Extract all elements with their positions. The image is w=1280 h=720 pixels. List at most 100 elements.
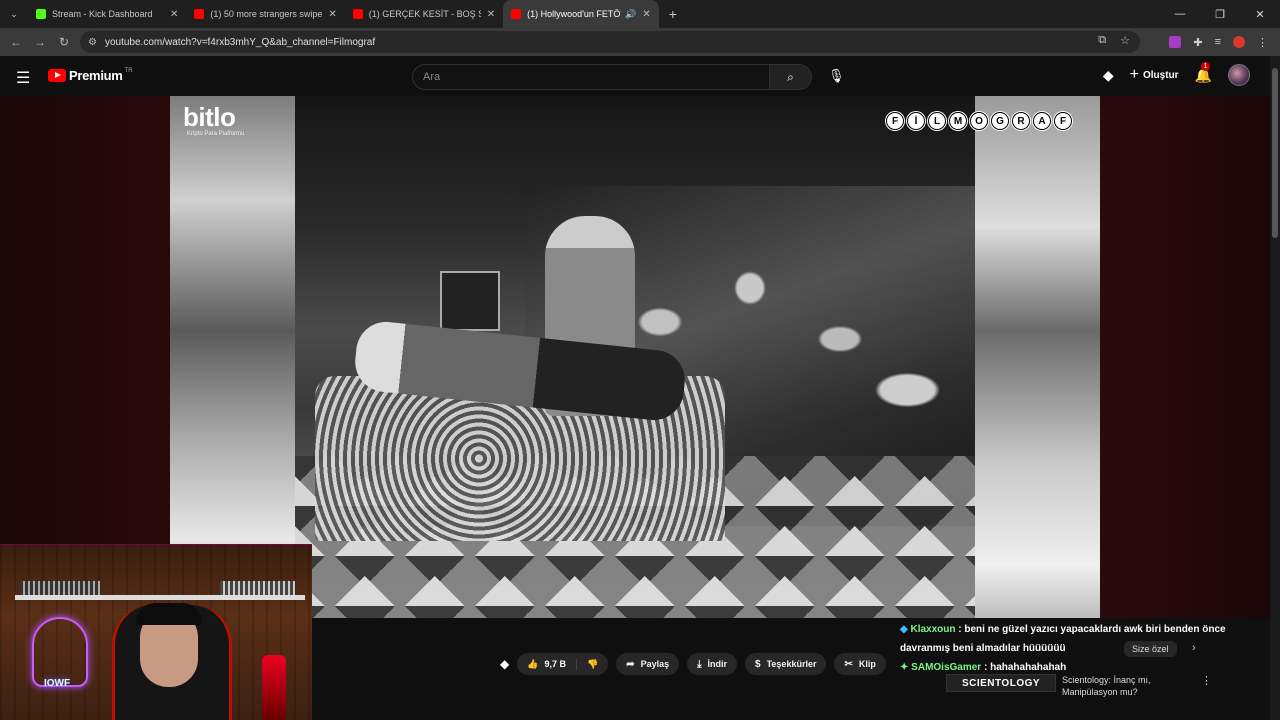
dislike-button[interactable]: 👎 <box>577 659 608 670</box>
install-app-icon[interactable]: ⧉ <box>1098 34 1106 47</box>
watermark-letter: A <box>1033 112 1051 130</box>
youtube-header: ☰ Premium TR Ara ⌕ 🎙 ◆ + Oluştur 🔔 1 <box>0 56 1280 96</box>
chat-badge-icon: ✦ <box>900 662 909 673</box>
tab-title: Stream - Kick Dashboard <box>52 9 153 19</box>
rec-title-line2: Manipülasyon mu? <box>1062 687 1138 697</box>
scissors-icon: ✂ <box>844 658 853 670</box>
site-info-icon[interactable]: ⚙ <box>88 37 97 48</box>
watermark-letter: R <box>1012 112 1030 130</box>
plus-icon: + <box>1129 66 1139 83</box>
thumbs-down-icon: 👎 <box>586 658 599 669</box>
thumbs-up-icon: 👍 <box>527 658 539 669</box>
chat-message: ◆ Klaxxoun : beni ne güzel yazıcı yapaca… <box>900 620 1270 658</box>
recommended-video[interactable]: SCIENTOLOGY Scientology: İnanç mı, Manip… <box>946 674 1256 697</box>
video-blur-left <box>170 96 295 618</box>
chat-badge-icon: ◆ <box>900 624 908 635</box>
video-frame-photo <box>295 96 975 618</box>
like-dislike-group: 👍 9,7 B 👎 <box>517 653 609 675</box>
stream-chat-overlay: ◆ Klaxxoun : beni ne güzel yazıcı yapaca… <box>900 620 1270 677</box>
thanks-button[interactable]: $ Teşekkürler <box>745 653 827 675</box>
chat-username: Klaxxoun <box>910 624 956 635</box>
profile-extension-icon[interactable] <box>1233 36 1245 48</box>
hamburger-menu-icon[interactable]: ☰ <box>16 68 30 88</box>
chat-message: ✦ SAMOisGamer : hahahahahahah <box>900 658 1270 677</box>
books <box>20 581 100 595</box>
url-text: youtube.com/watch?v=f4rxb3mhY_Q&ab_chann… <box>104 36 376 48</box>
window-controls: — ❐ ✕ <box>1160 0 1280 28</box>
tab-title: (1) GERÇEK KESİT - BOŞ SANDA <box>368 9 481 19</box>
radio-device <box>440 271 500 331</box>
kick-favicon-icon <box>36 9 46 19</box>
bookmark-star-icon[interactable]: ☆ <box>1120 34 1130 47</box>
reload-icon[interactable]: ↻ <box>52 35 76 49</box>
books <box>220 581 295 595</box>
notifications-button[interactable]: 🔔 1 <box>1195 61 1212 84</box>
region-code: TR <box>124 67 133 74</box>
extensions-area: ✚ ≡ ⋮ <box>1169 28 1280 56</box>
watermark-letter: F <box>886 112 904 130</box>
channel-watermark: F İ L M O G R A F <box>886 112 1072 130</box>
create-button[interactable]: + Oluştur <box>1130 66 1179 84</box>
media-controls-icon[interactable]: ≡ <box>1215 36 1221 48</box>
rec-title: Scientology: İnanç mı, Manipülasyon mu? <box>1062 674 1151 698</box>
youtube-favicon-icon <box>511 9 522 19</box>
premium-lite-icon[interactable]: ◆ <box>500 657 509 671</box>
tab-search-icon[interactable]: ⌄ <box>0 0 28 28</box>
download-label: İndir <box>707 659 728 669</box>
restore-icon[interactable]: ❐ <box>1200 0 1240 28</box>
create-label: Oluştur <box>1143 69 1179 81</box>
clip-label: Klip <box>858 659 876 669</box>
neon-sign-text: IOWF <box>44 678 71 689</box>
search-input[interactable]: Ara <box>412 64 770 90</box>
puzzle-icon[interactable]: ✚ <box>1193 36 1202 49</box>
close-icon[interactable]: ✕ <box>328 9 336 20</box>
tab-youtube-active[interactable]: (1) Hollywood'un FETÖ'cüle 🔊 ✕ <box>503 0 659 28</box>
tab-kick[interactable]: Stream - Kick Dashboard ✕ <box>28 0 186 28</box>
youtube-logo[interactable]: Premium TR <box>48 68 133 83</box>
youtube-play-icon <box>48 69 66 82</box>
forward-icon[interactable]: → <box>28 35 52 49</box>
back-icon[interactable]: ← <box>4 35 28 49</box>
thanks-icon: $ <box>755 658 761 670</box>
close-icon[interactable]: ✕ <box>170 9 178 20</box>
like-button[interactable]: 👍 9,7 B <box>517 658 577 670</box>
tab-youtube-2[interactable]: (1) GERÇEK KESİT - BOŞ SANDA ✕ <box>345 0 503 28</box>
scrollbar-thumb[interactable] <box>1272 68 1278 238</box>
search-icon: ⌕ <box>787 69 794 84</box>
download-button[interactable]: ⤓ İndir <box>687 653 738 675</box>
close-window-icon[interactable]: ✕ <box>1240 0 1280 28</box>
clip-button[interactable]: ✂ Klip <box>834 653 886 675</box>
sponsor-logo: bitlo Kripto Para Platformu <box>183 102 244 137</box>
chat-text: : hahahahahahah <box>981 662 1067 673</box>
watermark-letter: O <box>970 112 988 130</box>
address-bar[interactable]: ⚙ youtube.com/watch?v=f4rxb3mhY_Q&ab_cha… <box>80 31 1140 53</box>
premium-lite-icon[interactable]: ◆ <box>1103 67 1114 84</box>
watermark-letter: G <box>991 112 1009 130</box>
new-tab-icon[interactable]: + <box>669 6 677 22</box>
search-button[interactable]: ⌕ <box>770 64 812 90</box>
share-button[interactable]: ➦ Paylaş <box>616 653 680 675</box>
like-count: 9,7 B <box>544 659 566 669</box>
notification-badge: 1 <box>1200 61 1211 71</box>
watermark-letter: F <box>1054 112 1072 130</box>
shelf <box>15 595 305 600</box>
browser-toolbar: ← → ↻ ⚙ youtube.com/watch?v=f4rxb3mhY_Q&… <box>0 28 1280 56</box>
mic-icon[interactable]: 🎙 <box>828 68 845 84</box>
page-scrollbar[interactable] <box>1270 56 1280 720</box>
sponsor-subtitle: Kripto Para Platformu <box>187 131 245 137</box>
avatar[interactable] <box>1228 64 1250 86</box>
watermark-letter: İ <box>907 112 925 130</box>
youtube-favicon-icon <box>194 9 205 19</box>
sponsor-logo-text: bitlo <box>183 102 236 132</box>
download-icon: ⤓ <box>697 658 702 670</box>
streamer-webcam: IOWF <box>0 544 312 720</box>
extension-icon[interactable] <box>1169 36 1182 48</box>
close-icon[interactable]: ✕ <box>642 9 650 20</box>
video-player[interactable]: bitlo Kripto Para Platformu F İ L M O G … <box>170 96 1100 618</box>
browser-menu-icon[interactable]: ⋮ <box>1257 36 1268 49</box>
tab-youtube-1[interactable]: (1) 50 more strangers swipe on ✕ <box>186 0 344 28</box>
share-label: Paylaş <box>640 659 670 669</box>
close-icon[interactable]: ✕ <box>487 9 495 20</box>
speaker-icon[interactable]: 🔊 <box>625 9 636 20</box>
minimize-icon[interactable]: — <box>1160 0 1200 28</box>
